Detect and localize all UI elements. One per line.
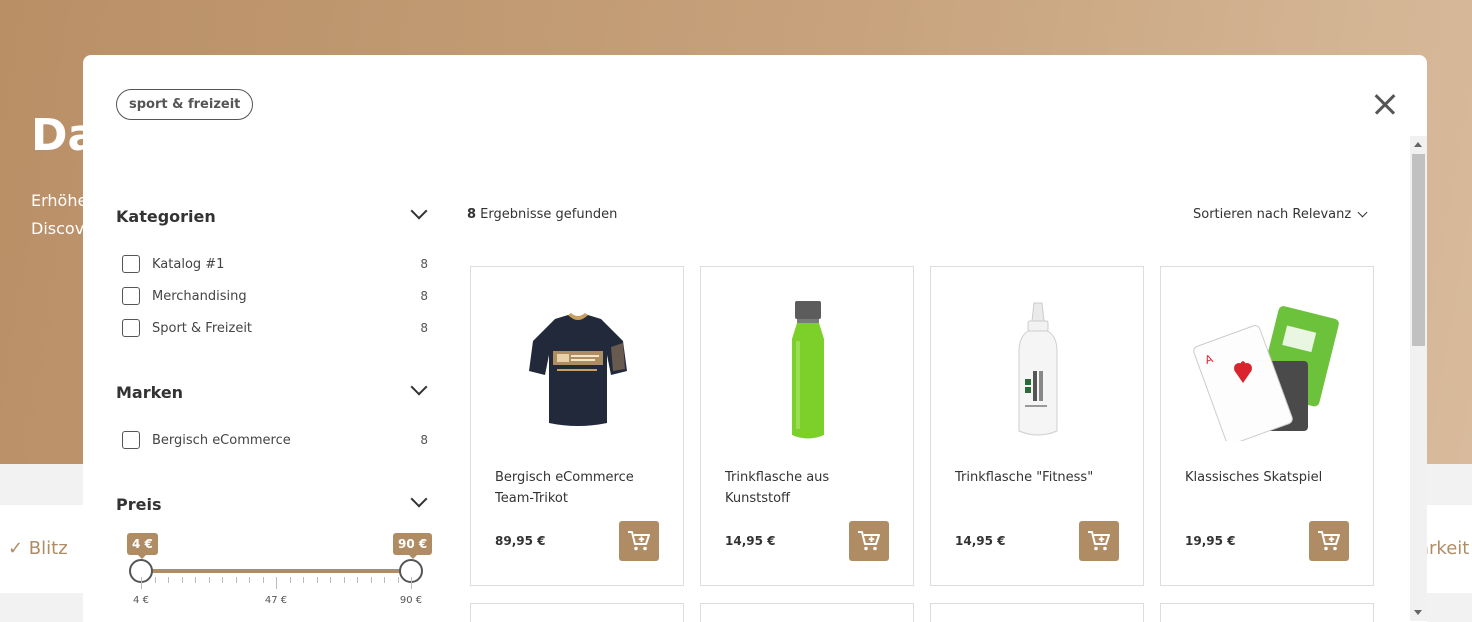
slider-tick	[411, 577, 412, 589]
product-image[interactable]	[951, 287, 1125, 455]
slider-tick	[262, 577, 264, 583]
add-to-cart-button[interactable]	[1079, 521, 1119, 561]
slider-tick	[141, 577, 142, 589]
slider-tick	[276, 577, 277, 589]
scroll-up-arrow-icon[interactable]	[1414, 142, 1422, 147]
filter-title-marken: Marken	[116, 383, 184, 402]
scroll-down-arrow-icon[interactable]	[1414, 610, 1422, 615]
product-name[interactable]: Klassisches Skatspiel	[1185, 467, 1355, 488]
slider-tick	[357, 577, 358, 583]
filter-option[interactable]: Merchandising 8	[122, 286, 428, 306]
product-name[interactable]: Trinkflasche "Fitness"	[955, 467, 1125, 488]
slider-tick	[397, 577, 399, 583]
usp-item-left: ✓ Blitz	[8, 538, 68, 559]
close-icon[interactable]	[1369, 89, 1401, 121]
product-image[interactable]	[721, 287, 895, 455]
product-card[interactable]	[930, 603, 1144, 622]
chevron-down-icon[interactable]	[410, 378, 428, 396]
result-count: 8 Ergebnisse gefunden	[467, 207, 618, 222]
product-price: 89,95 €	[495, 534, 546, 548]
slider-tick	[303, 577, 304, 583]
product-card[interactable]: Trinkflasche "Fitness" 14,95 €	[930, 266, 1144, 586]
checkbox[interactable]	[122, 431, 140, 449]
product-card[interactable]: A Klassisches Skatspiel 19,95 €	[1160, 266, 1374, 586]
slider-tick	[289, 577, 291, 583]
sort-dropdown[interactable]: Sortieren nach Relevanz	[1193, 207, 1368, 222]
checkbox[interactable]	[122, 319, 140, 337]
product-card[interactable]	[700, 603, 914, 622]
slider-tick	[370, 577, 372, 583]
product-card[interactable]: Bergisch eCommerce Team-Trikot 89,95 €	[470, 266, 684, 586]
product-price: 14,95 €	[725, 534, 776, 548]
search-modal: sport & freizeit Kategorien Katalog #1 8…	[83, 55, 1427, 622]
slider-tick	[168, 577, 169, 583]
checkbox[interactable]	[122, 255, 140, 273]
cart-icon	[1088, 531, 1110, 551]
product-image[interactable]	[491, 287, 665, 455]
slider-tick	[181, 577, 183, 583]
add-to-cart-button[interactable]	[1309, 521, 1349, 561]
cart-icon	[628, 531, 650, 551]
add-to-cart-button[interactable]	[619, 521, 659, 561]
slider-tick	[154, 577, 156, 583]
product-name[interactable]: Trinkflasche aus Kunststoff	[725, 467, 895, 509]
slider-tick	[343, 577, 345, 583]
cart-icon	[858, 531, 880, 551]
slider-tick	[235, 577, 237, 583]
add-to-cart-button[interactable]	[849, 521, 889, 561]
checkbox[interactable]	[122, 287, 140, 305]
price-min-badge: 4 €	[127, 533, 158, 559]
product-card[interactable]	[1160, 603, 1374, 622]
filter-option[interactable]: Katalog #1 8	[122, 254, 428, 274]
slider-tick	[330, 577, 331, 583]
product-price: 19,95 €	[1185, 534, 1236, 548]
product-price: 14,95 €	[955, 534, 1006, 548]
chevron-down-icon	[1357, 207, 1368, 218]
filter-option[interactable]: Sport & Freizeit 8	[122, 318, 428, 338]
product-card[interactable]: Trinkflasche aus Kunststoff 14,95 €	[700, 266, 914, 586]
scrollbar-thumb[interactable]	[1412, 154, 1425, 346]
filter-title-kategorien: Kategorien	[116, 207, 216, 226]
product-card[interactable]	[470, 603, 684, 622]
slider-tick	[222, 577, 223, 583]
chevron-down-icon[interactable]	[410, 202, 428, 220]
tick-label-max: 90 €	[399, 595, 423, 606]
cart-icon	[1318, 531, 1340, 551]
slider-tick	[195, 577, 196, 583]
hero-text: Erhöhe Discov	[31, 191, 88, 238]
chevron-down-icon[interactable]	[410, 490, 428, 508]
filter-title-preis: Preis	[116, 495, 162, 514]
search-term-chip[interactable]: sport & freizeit	[116, 89, 254, 120]
price-slider-track[interactable]	[141, 569, 411, 573]
slider-tick	[316, 577, 318, 583]
tick-label-mid: 47 €	[264, 595, 288, 606]
tick-label-min: 4 €	[133, 595, 149, 606]
product-image[interactable]: A	[1181, 287, 1355, 455]
slider-tick	[249, 577, 250, 583]
slider-tick	[384, 577, 385, 583]
slider-tick	[208, 577, 210, 583]
filter-option[interactable]: Bergisch eCommerce 8	[122, 430, 428, 450]
product-name[interactable]: Bergisch eCommerce Team-Trikot	[495, 467, 665, 509]
price-max-badge: 90 €	[393, 533, 433, 559]
results-scrollbar[interactable]	[1410, 136, 1427, 621]
